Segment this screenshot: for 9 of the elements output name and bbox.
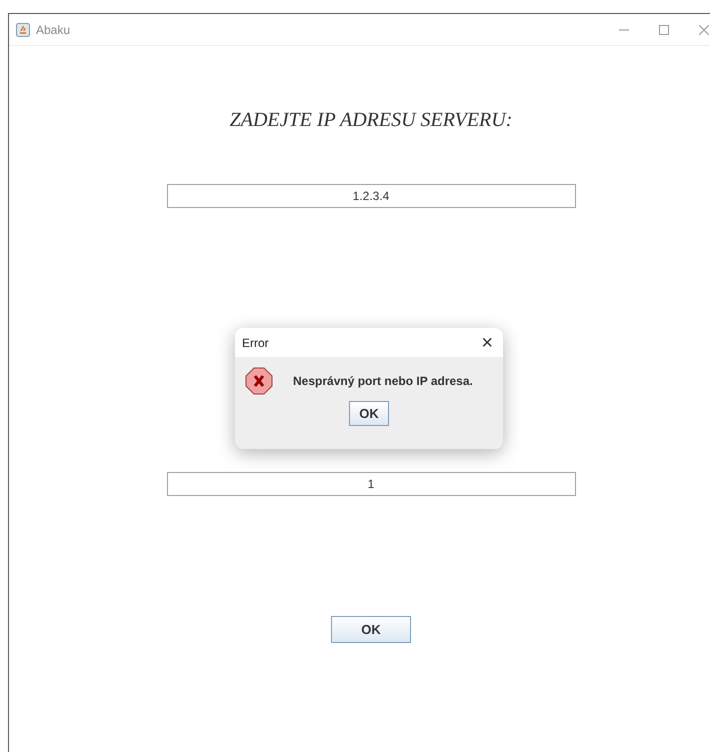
dialog-title: Error: [242, 336, 269, 350]
heading: ZADEJTE IP ADRESU SERVERU:: [230, 109, 512, 132]
dialog-ok-button[interactable]: OK: [349, 401, 389, 426]
ip-field[interactable]: 1.2.3.4: [166, 184, 576, 208]
port-field[interactable]: 1: [166, 472, 576, 496]
error-message: Nesprávný port nebo IP adresa.: [293, 374, 473, 388]
close-button[interactable]: ×: [481, 332, 493, 352]
ok-button[interactable]: OK: [331, 616, 411, 643]
window-title: Abaku: [36, 22, 70, 36]
